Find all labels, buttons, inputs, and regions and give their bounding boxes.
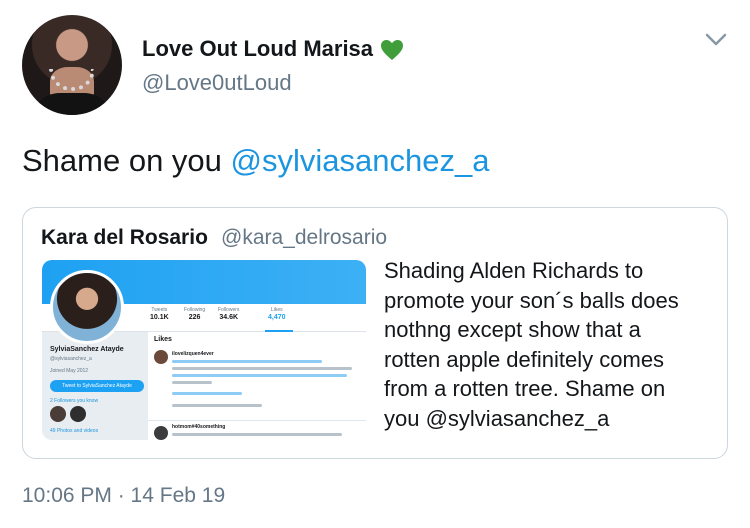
follower-avatar <box>50 406 66 422</box>
tweet-text-body: Shame on you <box>22 143 231 178</box>
quoted-text-line: rotten apple definitely comes <box>384 346 665 372</box>
quoted-text-line: Shading Alden Richards to <box>384 258 644 283</box>
stat-followers-value: 34.6K <box>219 314 239 321</box>
quoted-text-line: you @sylviasanchez_a <box>384 405 610 431</box>
tweet-timestamp[interactable]: 10:06 PM · 14 Feb 19 <box>22 484 225 508</box>
stat-followers-label: Followers <box>218 307 240 313</box>
quoted-author-handle: @kara_delrosario <box>221 226 388 249</box>
feed-text-line <box>172 392 242 395</box>
stat-tweets-label: Tweets <box>151 307 168 313</box>
stat-tweets: Tweets 10.1K <box>150 306 169 322</box>
stat-likes: Likes 4,470 <box>268 306 286 322</box>
green-heart-icon <box>381 40 403 60</box>
avatar-dress <box>30 93 114 115</box>
stat-followers: Followers 34.6K <box>218 306 239 322</box>
feed-text-line <box>172 433 342 436</box>
feed-text-line <box>172 367 352 370</box>
quoted-tweet-text: Shading Alden Richards to promote your s… <box>384 256 714 433</box>
stat-likes-value: 4,470 <box>268 314 286 321</box>
feed-text-line <box>172 374 347 377</box>
likes-heading: Likes <box>154 336 172 343</box>
photos-and-videos-link: 49 Photos and videos <box>50 428 99 434</box>
feed-text-line <box>172 360 322 363</box>
quoted-text-line: promote your son´s balls does <box>384 287 679 313</box>
feed-avatar <box>154 350 168 364</box>
quoted-text-line: nothng except show that a <box>384 317 641 342</box>
stat-following-value: 226 <box>188 314 201 321</box>
stat-following-label: Following <box>184 307 206 313</box>
stat-likes-label: Likes <box>270 307 283 313</box>
feed-actions <box>172 404 262 407</box>
author-name[interactable]: Love Out Loud Marisa <box>142 36 373 62</box>
stat-following: Following 226 <box>184 306 205 322</box>
profile-joined-date: Joined May 2012 <box>50 368 89 374</box>
follower-avatar <box>70 406 86 422</box>
feed-username: ilovelizquen4ever <box>172 351 214 357</box>
quoted-tweet-screenshot-image: Tweets 10.1K Following 226 Followers 34.6K … <box>42 260 366 440</box>
profile-name: SylviaSanchez Atayde <box>50 346 124 353</box>
tweet-mention-link[interactable]: @sylviasanchez_a <box>231 143 490 178</box>
chevron-down-icon[interactable] <box>705 33 727 47</box>
profile-sidebar: SylviaSanchez Atayde @sylviasanchez_a Jo… <box>42 332 148 440</box>
feed-avatar <box>154 426 168 440</box>
feed-text-line <box>172 381 212 384</box>
quoted-text-line: from a rotten tree. Shame on <box>384 376 666 401</box>
feed-username: hotmom#40something <box>172 424 226 430</box>
tweet-text: Shame on you @sylviasanchez_a <box>22 143 489 179</box>
followers-you-know: 2 Followers you know <box>50 398 99 404</box>
likes-feed: Likes ilovelizquen4ever hotmom#40somethi… <box>148 332 366 440</box>
quoted-author-name: Kara del Rosario <box>41 226 208 249</box>
feed-divider <box>148 420 366 421</box>
avatar[interactable] <box>22 15 122 115</box>
quoted-tweet-card[interactable]: Kara del Rosario @kara_delrosario Tweets… <box>22 207 728 459</box>
stat-tweets-value: 10.1K <box>150 314 169 321</box>
tweet-to-button: Tweet to SylviaSanchez Atayde <box>50 380 144 392</box>
profile-handle: @sylviasanchez_a <box>50 356 92 362</box>
author-handle[interactable]: @Love0utLoud <box>142 70 292 96</box>
